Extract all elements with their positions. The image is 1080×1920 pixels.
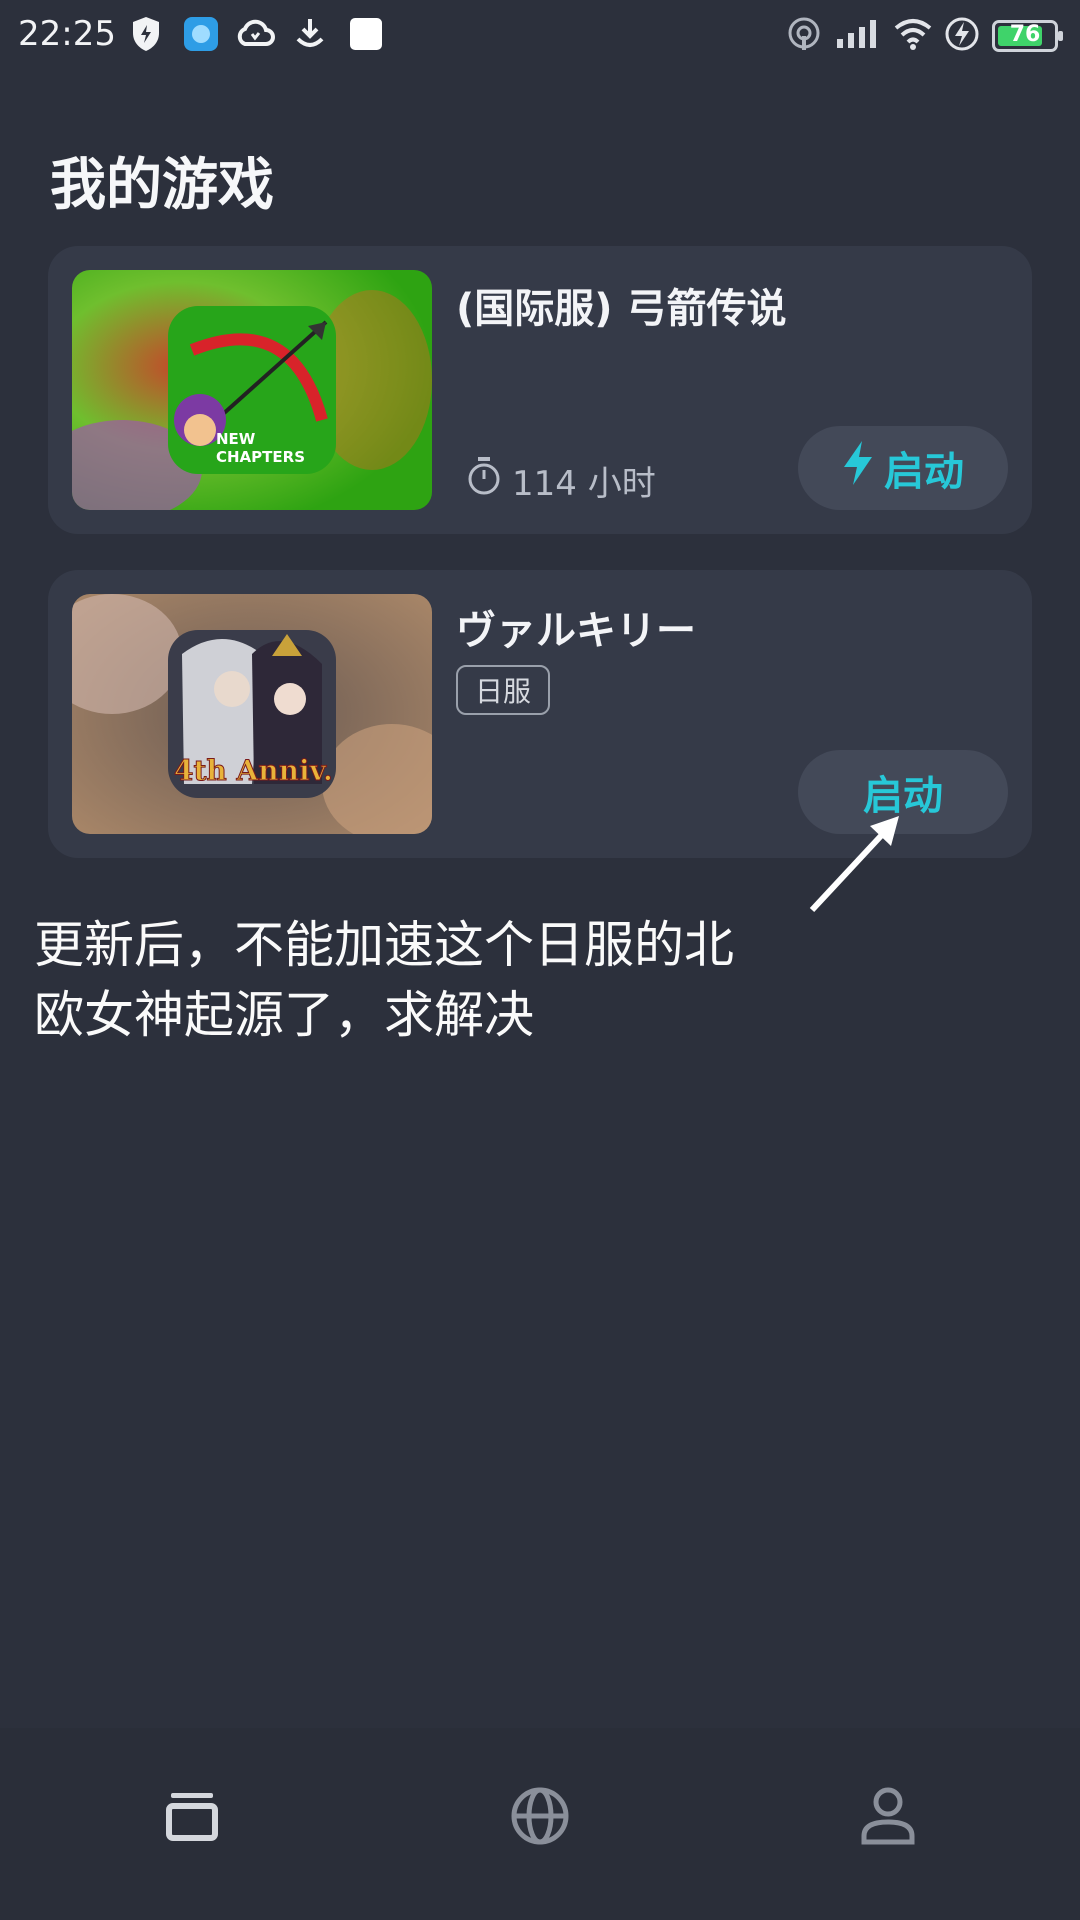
page-title: 我的游戏: [50, 153, 274, 218]
games-tab-icon[interactable]: [152, 1776, 232, 1856]
app-icon: [182, 14, 220, 54]
cloud-icon: [234, 14, 276, 54]
playtime-value: 114 小时: [512, 464, 656, 504]
hotspot-icon: [786, 14, 822, 54]
thumb-text-chapters: CHAPTERS: [216, 448, 305, 466]
shield-icon: [128, 14, 164, 54]
lightning-icon: [842, 441, 874, 495]
annotation-line-1: 更新后，不能加速这个日服的北: [34, 916, 734, 974]
wifi-icon: [892, 14, 934, 54]
bottom-tab-bar: [0, 1728, 1080, 1920]
download-icon: [292, 14, 328, 54]
playtime: 114 小时: [466, 456, 656, 505]
status-bar: 22:25 76: [0, 0, 1080, 72]
game-name: ヴァルキリー: [456, 608, 696, 654]
stopwatch-icon: [466, 456, 502, 505]
battery-icon: 76: [992, 20, 1063, 52]
launch-button-archero[interactable]: 启动: [798, 426, 1008, 510]
thumb-text-new: NEW: [216, 430, 256, 448]
annotation-line-2: 欧女神起源了，求解决: [34, 986, 534, 1044]
annotation-text: 更新后，不能加速这个日服的北 欧女神起源了，求解决: [34, 910, 854, 1050]
game-card-archero[interactable]: NEW CHAPTERS (国际服) 弓箭传说 114 小时 启动: [48, 246, 1032, 534]
annotation-arrow: [809, 816, 899, 913]
globe-icon[interactable]: [500, 1776, 580, 1856]
thumb-text-anniv: 4th Anniv.: [174, 754, 333, 787]
game-thumbnail-archero: NEW CHAPTERS: [72, 270, 432, 510]
signal-icon: [834, 14, 882, 54]
game-thumbnail-valkyrie: 4th Anniv.: [72, 594, 432, 834]
battery-level: 76: [1009, 22, 1041, 47]
status-time: 22:25: [18, 14, 116, 54]
region-badge: 日服: [456, 665, 550, 715]
game-name: (国际服) 弓箭传说: [456, 286, 787, 332]
launch-label: 启动: [884, 449, 964, 495]
profile-icon[interactable]: [848, 1776, 928, 1856]
white-square-icon: [348, 14, 384, 54]
charging-icon: [942, 14, 982, 54]
